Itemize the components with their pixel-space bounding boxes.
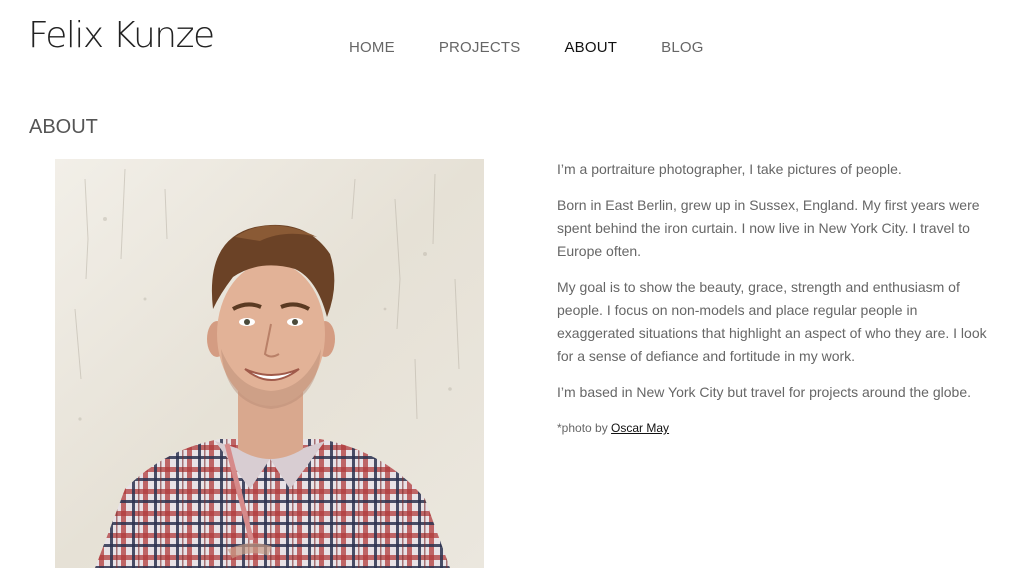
- nav-item-about[interactable]: ABOUT: [564, 38, 617, 58]
- bio-text: I’m a portraiture photographer, I take p…: [557, 158, 993, 440]
- bio-paragraph: I’m a portraiture photographer, I take p…: [557, 161, 902, 177]
- bio-paragraph: Born in East Berlin, grew up in Sussex, …: [557, 197, 980, 259]
- nav-item-home[interactable]: HOME: [349, 38, 395, 58]
- bio-paragraph: My goal is to show the beauty, grace, st…: [557, 279, 987, 364]
- site-logo[interactable]: Felix Kunze: [28, 14, 215, 58]
- page-title: ABOUT: [29, 116, 98, 138]
- photo-credit-prefix: *photo by: [557, 421, 612, 435]
- portrait-photo: [55, 159, 484, 568]
- bio-paragraph: I’m based in New York City but travel fo…: [557, 384, 971, 400]
- nav-item-blog[interactable]: BLOG: [661, 38, 703, 58]
- main-nav: HOME PROJECTS ABOUT BLOG: [349, 38, 748, 58]
- nav-item-projects[interactable]: PROJECTS: [439, 38, 521, 58]
- photo-credit: *photo by Oscar May: [557, 417, 993, 440]
- photo-credit-link[interactable]: Oscar May: [611, 421, 669, 435]
